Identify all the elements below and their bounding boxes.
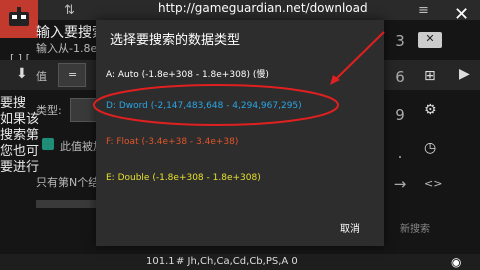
annotation-overlay (93, 31, 385, 126)
annotation-arrow (334, 31, 385, 81)
highlight-ellipse (93, 84, 339, 126)
